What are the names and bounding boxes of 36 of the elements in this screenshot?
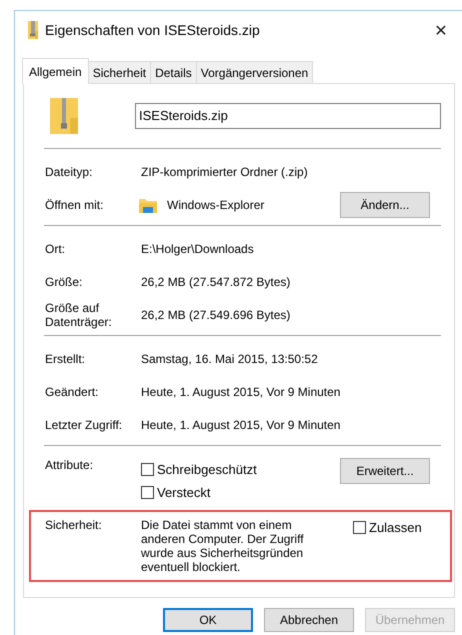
field-value: Samstag, 16. Mai 2015, 13:50:52 [141, 352, 319, 366]
folder-icon [139, 196, 157, 212]
file-name-field[interactable]: ISESteroids.zip [135, 103, 441, 129]
tab[interactable]: Allgemein [22, 58, 89, 84]
zip-folder-icon [28, 21, 38, 39]
field-label: Größe: [45, 274, 84, 288]
field-label: Erstellt: [45, 352, 86, 366]
advanced-button[interactable]: Erweitert... [340, 458, 430, 484]
field-value: Heute, 1. August 2015, Vor 9 Minuten [141, 384, 342, 398]
zip-folder-icon [50, 98, 78, 134]
allow-checkbox[interactable]: Zulassen [353, 520, 422, 535]
field-value: E:\Holger\Downloads [141, 242, 255, 256]
field-label: Geändert: [45, 384, 100, 398]
close-button[interactable]: ✕ [418, 15, 462, 45]
field-value: 26,2 MB (27.549.696 Bytes) [141, 308, 292, 322]
field-label: Attribute: [45, 458, 94, 472]
field-label: Sicherheit: [45, 518, 103, 532]
field-value: Heute, 1. August 2015, Vor 9 Minuten [141, 418, 342, 432]
attribute-checkbox[interactable]: Versteckt [141, 485, 210, 500]
tab[interactable]: Details [150, 61, 197, 83]
field-label: Letzter Zugriff: [45, 418, 124, 432]
field-value: 26,2 MB (27.547.872 Bytes) [141, 274, 292, 288]
tab[interactable]: Sicherheit [88, 61, 152, 83]
dialog-button[interactable]: Abbrechen [264, 608, 354, 632]
field-label: Ort: [45, 242, 66, 256]
field-value: Windows-Explorer [167, 198, 264, 212]
window-title: Eigenschaften von ISESteroids.zip [45, 22, 261, 38]
attribute-checkbox[interactable]: Schreibgeschützt [141, 462, 257, 477]
field-value: ZIP-komprimierter Ordner (.zip) [141, 164, 309, 178]
field-label: Größe auf Datenträger: [45, 300, 113, 328]
dialog-button[interactable]: OK [163, 608, 253, 632]
field-label: Dateityp: [45, 164, 94, 178]
security-message: Die Datei stammt von einem anderen Computer. Der Zugriff wurde aus Sicherheitsgründen eventuell blockiert. [141, 518, 305, 574]
change-button[interactable]: Ändern... [340, 192, 430, 218]
field-label: Öffnen mit: [45, 198, 104, 212]
tab[interactable]: Vorgängerversionen [196, 61, 314, 83]
